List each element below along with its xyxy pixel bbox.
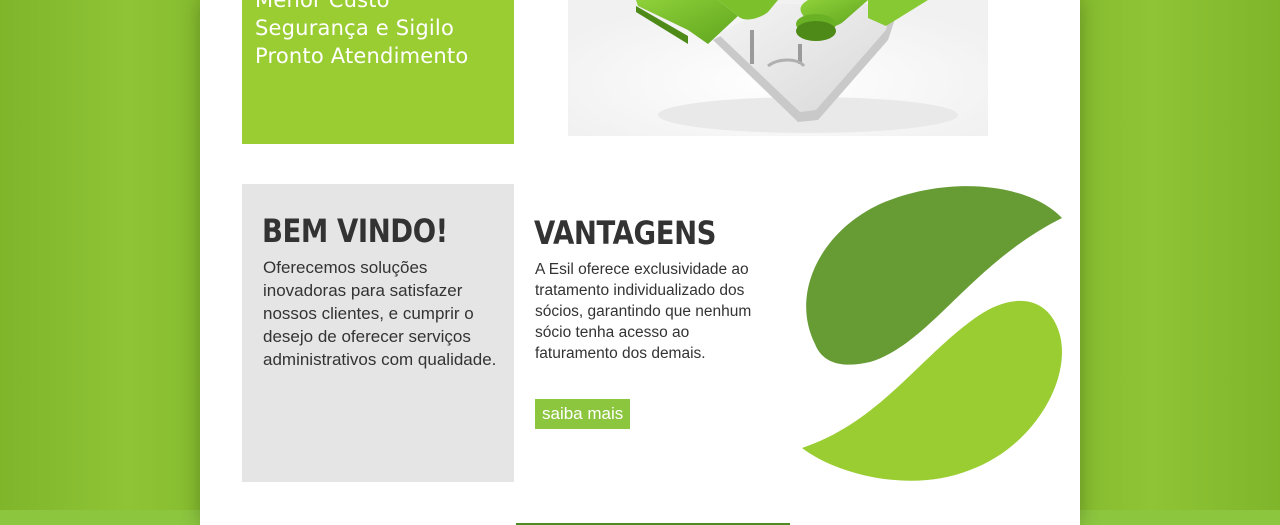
advantages-title: VANTAGENS: [534, 214, 717, 252]
feature-box: Menor Custo Segurança e Sigilo Pronto At…: [242, 0, 514, 144]
feature-list: Menor Custo Segurança e Sigilo Pronto At…: [255, 0, 468, 70]
feature-item: Segurança e Sigilo: [255, 16, 454, 40]
welcome-text: Oferecemos soluções inovadoras para sati…: [263, 258, 497, 369]
advantages-section: VANTAGENS A Esil oferece exclusividade a…: [534, 184, 784, 482]
welcome-title: BEM VINDO!: [262, 212, 448, 250]
saiba-mais-button[interactable]: saiba mais: [535, 399, 631, 429]
page-container: Menor Custo Segurança e Sigilo Pronto At…: [200, 0, 1080, 525]
feature-item: Menor Custo: [255, 0, 390, 12]
puzzle-pieces-image: [568, 0, 988, 136]
advantages-text: A Esil oferece exclusividade ao tratamen…: [535, 261, 752, 362]
welcome-box: BEM VINDO! Oferecemos soluções inovadora…: [242, 184, 514, 482]
feature-item: Pronto Atendimento: [255, 44, 469, 68]
leaf-s-logo: [802, 186, 1062, 481]
